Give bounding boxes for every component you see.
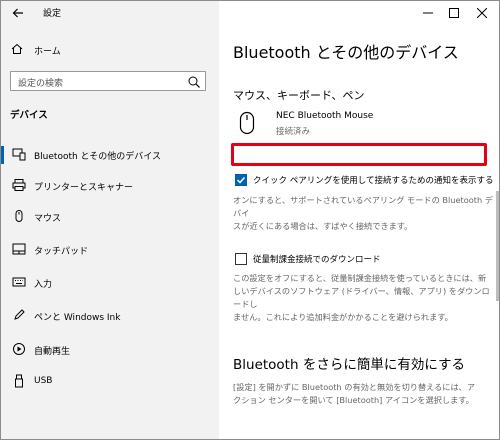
sidebar-item-mouse[interactable]: マウス (1, 206, 219, 228)
printer-icon (12, 178, 26, 192)
search-icon[interactable] (187, 74, 201, 88)
touchpad-icon (12, 242, 26, 256)
sidebar-item-pen[interactable]: ペンと Windows Ink (1, 305, 219, 327)
swift-pair-label: クイック ペアリングを使用して接続するための通知を表示する (253, 176, 494, 186)
minimize-icon[interactable] (417, 3, 439, 23)
sidebar-item-label: タッチパッド (34, 247, 89, 257)
pen-icon (12, 308, 26, 322)
home-icon (10, 41, 24, 60)
easier-description-line: クション センターを開いて [Bluetooth] アイコンを選択します。 (233, 395, 474, 405)
close-icon[interactable] (471, 3, 493, 23)
sidebar-item-label: マウス (34, 214, 62, 224)
sidebar-item-autoplay[interactable]: 自動再生 (1, 339, 219, 361)
window-title: 設定 (43, 9, 62, 19)
sidebar-item-label: プリンターとスキャナー (34, 183, 134, 193)
home-link[interactable]: ホーム (10, 42, 61, 58)
swift-pair-description: オンにすると、サポートされているペアリング モードの Bluetooth デバイ… (233, 194, 495, 233)
device-status: 接続済み (276, 127, 311, 137)
section-heading-easier-bluetooth: Bluetooth をさらに簡単に有効にする (233, 357, 465, 373)
sidebar-item-label: 自動再生 (34, 347, 71, 357)
metered-description-line: しいデバイスのソフトウェア (ドライバー、情報、アプリ) をダウンロードし (233, 286, 490, 309)
metered-description-line: ません。これにより追加料金がかかることを避けられます。 (233, 312, 453, 322)
sidebar: 設定 ホーム 設定の検索 デバイス Bluetooth とその他のデバイス プリ… (1, 1, 219, 439)
mouse-icon (239, 111, 255, 135)
sidebar-item-touchpad[interactable]: タッチパッド (1, 239, 219, 261)
search-box[interactable]: 設定の検索 (10, 71, 206, 91)
section-heading-mouse-keyboard-pen: マウス、キーボード、ペン (233, 89, 365, 102)
sidebar-item-label: USB (34, 376, 53, 386)
sidebar-item-label: 入力 (34, 280, 53, 290)
easier-bluetooth-description: [設定] を開かずに Bluetooth の有効と無効を切り替えるには、ア クシ… (233, 381, 495, 407)
metered-download-description: この設定をオフにすると、従量制課金接続を使っているときには、新 しいデバイスのソ… (233, 272, 495, 324)
checkmark-icon (236, 176, 246, 184)
selection-indicator (1, 146, 4, 164)
bluetooth-devices-icon (12, 147, 26, 161)
mouse-icon (12, 209, 26, 223)
sidebar-item-bluetooth[interactable]: Bluetooth とその他のデバイス (1, 144, 219, 166)
sidebar-item-usb[interactable]: USB (1, 371, 219, 393)
main-content: Bluetooth とその他のデバイス マウス、キーボード、ペン NEC Blu… (219, 1, 499, 439)
device-item[interactable]: NEC Bluetooth Mouse 接続済み (233, 108, 493, 140)
swift-pair-checkbox[interactable] (235, 174, 247, 186)
device-name: NEC Bluetooth Mouse (276, 111, 374, 121)
section-heading-devices: デバイス (10, 110, 48, 121)
autoplay-icon (12, 342, 26, 356)
search-input[interactable]: 設定の検索 (18, 76, 63, 89)
sidebar-item-label: ペンと Windows Ink (34, 313, 121, 323)
sidebar-item-printers[interactable]: プリンターとスキャナー (1, 175, 219, 197)
scrollbar[interactable] (496, 191, 499, 301)
maximize-icon[interactable] (443, 3, 465, 23)
sidebar-item-label: Bluetooth とその他のデバイス (34, 152, 162, 162)
metered-download-checkbox[interactable] (235, 253, 247, 265)
settings-window: 設定 ホーム 設定の検索 デバイス Bluetooth とその他のデバイス プリ… (0, 0, 500, 440)
keyboard-icon (12, 275, 26, 289)
page-title: Bluetooth とその他のデバイス (233, 43, 459, 62)
easier-description-line: [設定] を開かずに Bluetooth の有効と無効を切り替えるには、ア (233, 382, 476, 392)
back-arrow-icon[interactable] (10, 5, 26, 21)
metered-description-line: この設定をオフにすると、従量制課金接続を使っているときには、新 (233, 273, 487, 283)
swift-pair-description-line: オンにすると、サポートされているペアリング モードの Bluetooth デバイ (233, 195, 493, 218)
home-label: ホーム (34, 46, 61, 57)
usb-icon (12, 374, 26, 388)
sidebar-item-input[interactable]: 入力 (1, 272, 219, 294)
metered-download-label: 従量制課金接続でのダウンロード (253, 255, 381, 265)
highlight-box (231, 143, 487, 166)
swift-pair-description-line: スが近くにある場合は、すばやく接続できます。 (233, 221, 413, 231)
